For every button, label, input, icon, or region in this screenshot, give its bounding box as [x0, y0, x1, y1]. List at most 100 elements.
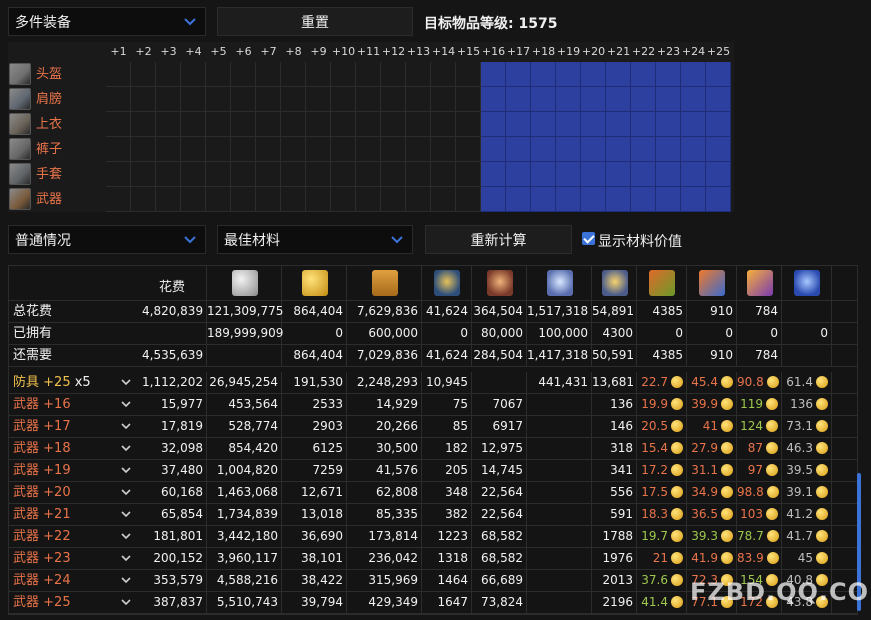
scenario-dropdown[interactable]: 普通情况: [8, 225, 206, 254]
grid-level-cell[interactable]: [156, 112, 181, 137]
grid-level-cell[interactable]: [556, 112, 581, 137]
grid-level-cell[interactable]: [681, 62, 706, 87]
grid-level-cell[interactable]: [306, 162, 331, 187]
grid-level-cell[interactable]: [231, 137, 256, 162]
grid-level-cell[interactable]: [681, 162, 706, 187]
grid-level-cell[interactable]: [256, 112, 281, 137]
grid-level-cell[interactable]: [381, 187, 406, 212]
grid-level-cell[interactable]: [381, 137, 406, 162]
grid-level-cell[interactable]: [506, 137, 531, 162]
grid-level-cell[interactable]: [431, 87, 456, 112]
grid-level-cell[interactable]: [556, 187, 581, 212]
grid-level-cell[interactable]: [131, 62, 156, 87]
grid-level-cell[interactable]: [381, 162, 406, 187]
grid-level-cell[interactable]: [106, 62, 131, 87]
grid-level-cell[interactable]: [131, 87, 156, 112]
grid-level-cell[interactable]: [281, 112, 306, 137]
grid-level-cell[interactable]: [256, 87, 281, 112]
grid-level-cell[interactable]: [506, 162, 531, 187]
grid-level-cell[interactable]: [506, 87, 531, 112]
grid-level-cell[interactable]: [581, 137, 606, 162]
grid-level-cell[interactable]: [356, 62, 381, 87]
grid-level-cell[interactable]: [206, 162, 231, 187]
table-row[interactable]: 武器 +19 37,480 1,004,820 7259 41,576 205 14,745…: [9, 460, 857, 482]
grid-level-cell[interactable]: [131, 187, 156, 212]
grid-level-cell[interactable]: [406, 87, 431, 112]
grid-level-cell[interactable]: [631, 112, 656, 137]
grid-level-cell[interactable]: [556, 137, 581, 162]
grid-level-cell[interactable]: [581, 162, 606, 187]
grid-level-cell[interactable]: [656, 137, 681, 162]
grid-level-cell[interactable]: [106, 87, 131, 112]
grid-level-cell[interactable]: [106, 162, 131, 187]
grid-level-cell[interactable]: [156, 187, 181, 212]
grid-level-cell[interactable]: [656, 162, 681, 187]
table-row[interactable]: 武器 +21 65,854 1,734,839 13,018 85,335 382 22,5…: [9, 504, 857, 526]
grid-level-cell[interactable]: [206, 137, 231, 162]
grid-level-cell[interactable]: [481, 187, 506, 212]
grid-level-cell[interactable]: [581, 87, 606, 112]
grid-level-cell[interactable]: [306, 137, 331, 162]
grid-level-cell[interactable]: [531, 137, 556, 162]
grid-level-cell[interactable]: [706, 162, 731, 187]
grid-level-cell[interactable]: [181, 187, 206, 212]
grid-level-cell[interactable]: [281, 162, 306, 187]
table-row[interactable]: 防具 +25 x5 1,112,202 26,945,254 191,530 2,248…: [9, 372, 857, 394]
recalculate-button[interactable]: 重新计算: [425, 225, 572, 254]
expand-chevron-icon[interactable]: [120, 596, 132, 608]
grid-level-cell[interactable]: [656, 187, 681, 212]
grid-level-cell[interactable]: [406, 137, 431, 162]
grid-level-cell[interactable]: [231, 112, 256, 137]
grid-level-cell[interactable]: [481, 62, 506, 87]
expand-chevron-icon[interactable]: [120, 574, 132, 586]
expand-chevron-icon[interactable]: [120, 530, 132, 542]
grid-level-cell[interactable]: [181, 87, 206, 112]
grid-level-cell[interactable]: [681, 87, 706, 112]
grid-level-cell[interactable]: [606, 162, 631, 187]
grid-level-cell[interactable]: [306, 187, 331, 212]
grid-level-cell[interactable]: [606, 112, 631, 137]
grid-level-cell[interactable]: [706, 137, 731, 162]
grid-level-cell[interactable]: [331, 112, 356, 137]
grid-level-cell[interactable]: [481, 87, 506, 112]
expand-chevron-icon[interactable]: [120, 420, 132, 432]
grid-level-cell[interactable]: [656, 87, 681, 112]
grid-level-cell[interactable]: [531, 62, 556, 87]
expand-chevron-icon[interactable]: [120, 464, 132, 476]
grid-level-cell[interactable]: [531, 112, 556, 137]
grid-level-cell[interactable]: [306, 62, 331, 87]
grid-level-cell[interactable]: [256, 62, 281, 87]
grid-level-cell[interactable]: [381, 62, 406, 87]
table-row[interactable]: 武器 +23 200,152 3,960,117 38,101 236,042 1318 6…: [9, 548, 857, 570]
grid-level-cell[interactable]: [656, 62, 681, 87]
grid-level-cell[interactable]: [631, 187, 656, 212]
grid-level-cell[interactable]: [581, 112, 606, 137]
grid-level-cell[interactable]: [356, 87, 381, 112]
grid-level-cell[interactable]: [506, 62, 531, 87]
grid-level-cell[interactable]: [431, 162, 456, 187]
table-row[interactable]: 武器 +16 15,977 453,564 2533 14,929 75 7067 136 19…: [9, 394, 857, 416]
grid-level-cell[interactable]: [706, 62, 731, 87]
grid-level-cell[interactable]: [481, 112, 506, 137]
grid-level-cell[interactable]: [206, 87, 231, 112]
grid-level-cell[interactable]: [631, 87, 656, 112]
grid-level-cell[interactable]: [131, 112, 156, 137]
expand-chevron-icon[interactable]: [120, 442, 132, 454]
grid-level-cell[interactable]: [431, 187, 456, 212]
material-mode-dropdown[interactable]: 最佳材料: [217, 225, 413, 254]
grid-level-cell[interactable]: [556, 62, 581, 87]
grid-level-cell[interactable]: [456, 137, 481, 162]
grid-level-cell[interactable]: [406, 162, 431, 187]
grid-level-cell[interactable]: [506, 112, 531, 137]
grid-level-cell[interactable]: [206, 187, 231, 212]
reset-button[interactable]: 重置: [217, 7, 413, 36]
grid-level-cell[interactable]: [156, 62, 181, 87]
grid-level-cell[interactable]: [106, 112, 131, 137]
grid-level-cell[interactable]: [356, 137, 381, 162]
grid-level-cell[interactable]: [206, 112, 231, 137]
grid-level-cell[interactable]: [231, 187, 256, 212]
grid-level-cell[interactable]: [356, 187, 381, 212]
grid-level-cell[interactable]: [706, 187, 731, 212]
grid-level-cell[interactable]: [406, 187, 431, 212]
grid-level-cell[interactable]: [406, 62, 431, 87]
